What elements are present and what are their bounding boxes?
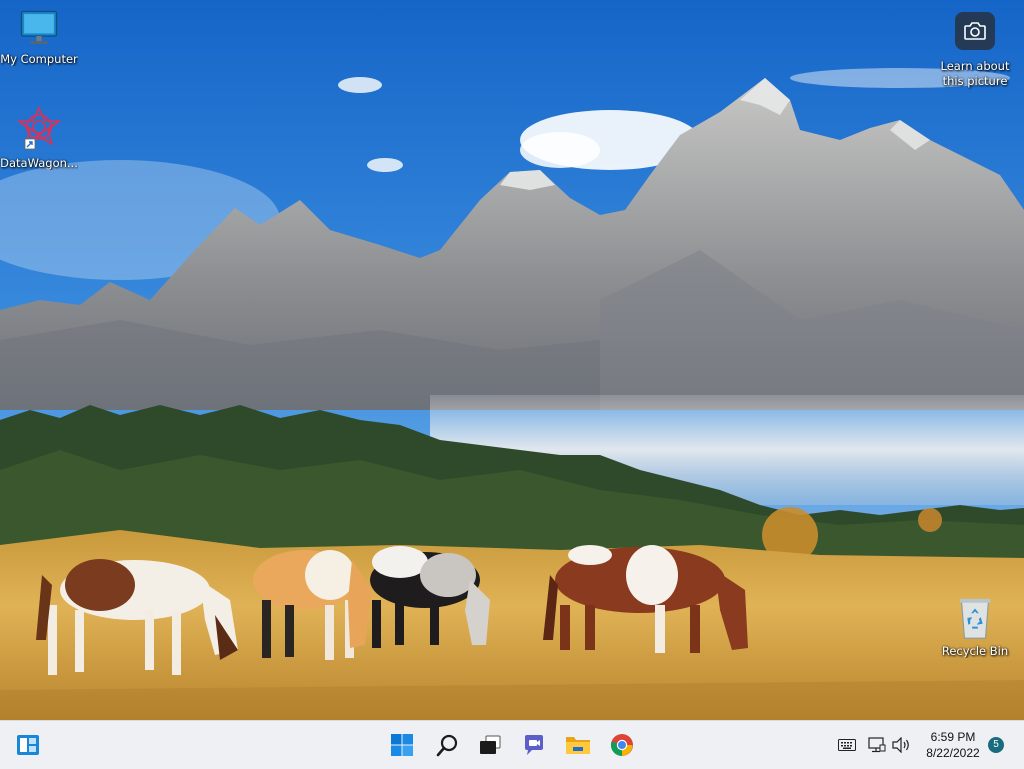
volume-button[interactable] <box>890 735 912 755</box>
touch-keyboard-button[interactable] <box>836 735 858 755</box>
learn-about-picture-label: Learn about this picture <box>930 59 1020 89</box>
folder-icon <box>566 737 590 754</box>
taskbar: 6:59 PM 8/22/2022 5 <box>0 720 1024 769</box>
widgets-icon <box>17 735 39 755</box>
wallpaper-mountains-horses <box>0 0 1024 720</box>
widgets-button[interactable] <box>12 729 44 761</box>
camera-icon <box>964 22 986 40</box>
datawagon-app-icon <box>16 106 62 150</box>
keyboard-icon <box>838 739 856 751</box>
network-icon <box>868 737 886 753</box>
search-icon <box>436 734 458 757</box>
desktop-icon-my-computer[interactable]: My Computer <box>0 8 78 66</box>
start-button[interactable] <box>386 729 418 761</box>
chat-button[interactable] <box>518 729 550 761</box>
desktop-icon-label: My Computer <box>0 52 78 66</box>
desktop-icon-recycle-bin[interactable]: Recycle Bin <box>936 596 1014 658</box>
desktop: My Computer DataWagon... Learn about thi… <box>0 0 1024 720</box>
network-button[interactable] <box>866 735 888 755</box>
desktop-icon-label: DataWagon... <box>0 156 78 170</box>
chat-icon <box>525 735 543 755</box>
clock-time: 6:59 PM <box>930 730 976 744</box>
task-view-icon <box>480 735 501 754</box>
windows-logo-icon <box>391 734 413 756</box>
notification-badge[interactable]: 5 <box>988 737 1004 753</box>
task-view-button[interactable] <box>474 729 506 761</box>
chrome-icon <box>610 734 633 756</box>
clock[interactable]: 6:59 PM 8/22/2022 <box>916 729 990 761</box>
desktop-icon-datawagon[interactable]: DataWagon... <box>0 104 78 170</box>
file-explorer-button[interactable] <box>562 729 594 761</box>
recycle-bin-icon <box>959 598 991 639</box>
desktop-icon-label: Recycle Bin <box>941 644 1009 658</box>
volume-icon <box>892 737 909 753</box>
learn-label-line2: this picture <box>942 74 1008 88</box>
learn-label-line1: Learn about <box>940 59 1010 73</box>
clock-date: 8/22/2022 <box>926 746 980 760</box>
monitor-icon <box>20 10 58 44</box>
camera-button[interactable] <box>955 12 995 50</box>
search-button[interactable] <box>432 729 464 761</box>
chrome-button[interactable] <box>606 729 638 761</box>
